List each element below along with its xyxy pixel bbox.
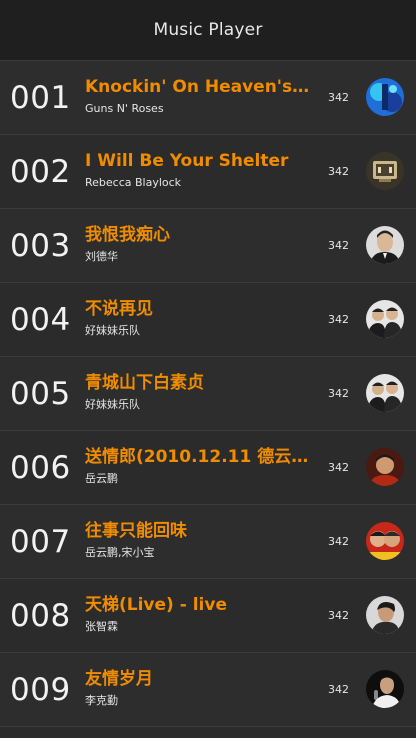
song-title: 天梯(Live) - live bbox=[85, 595, 227, 615]
album-art-icon bbox=[366, 152, 404, 190]
song-info: Knockin' On Heaven's Door Guns N' Roses bbox=[85, 75, 310, 116]
artist-duo-icon bbox=[366, 300, 404, 338]
song-title: 送情郎(2010.12.11 德云社) bbox=[85, 447, 310, 467]
music-player-app: Music Player 001 Knockin' On Heaven's Do… bbox=[0, 0, 416, 738]
play-count: 342 bbox=[328, 165, 349, 178]
song-title: 青城山下白素贞 bbox=[85, 373, 204, 393]
track-number: 004 bbox=[10, 302, 71, 338]
track-number: 003 bbox=[10, 228, 71, 264]
song-row[interactable]: 004 不说再见 好妹妹乐队 342 bbox=[0, 283, 416, 357]
song-info: I Will Be Your Shelter Rebecca Blaylock bbox=[85, 149, 310, 190]
track-number: 007 bbox=[10, 524, 71, 560]
track-number: 002 bbox=[10, 154, 71, 190]
song-info: 天梯(Live) - live 张智霖 bbox=[85, 593, 310, 634]
song-info: 我恨我痴心 刘德华 bbox=[85, 223, 310, 264]
play-count: 342 bbox=[328, 461, 349, 474]
app-header: Music Player bbox=[0, 0, 416, 61]
song-row[interactable]: 005 青城山下白素贞 好妹妹乐队 342 bbox=[0, 357, 416, 431]
play-count: 342 bbox=[328, 313, 349, 326]
page-title: Music Player bbox=[153, 20, 263, 40]
album-art-icon bbox=[366, 78, 404, 116]
song-row[interactable]: 008 天梯(Live) - live 张智霖 342 bbox=[0, 579, 416, 653]
track-number: 006 bbox=[10, 450, 71, 486]
song-info: 送情郎(2010.12.11 德云社) 岳云鹏 bbox=[85, 445, 310, 486]
artist-mic-icon bbox=[366, 670, 404, 708]
play-count: 342 bbox=[328, 239, 349, 252]
song-artist: 李克勤 bbox=[85, 694, 118, 707]
play-count: 342 bbox=[328, 683, 349, 696]
song-list: 001 Knockin' On Heaven's Door Guns N' Ro… bbox=[0, 61, 416, 727]
play-count: 342 bbox=[328, 387, 349, 400]
song-row[interactable]: 003 我恨我痴心 刘德华 342 bbox=[0, 209, 416, 283]
song-info: 往事只能回味 岳云鹏,宋小宝 bbox=[85, 519, 310, 560]
song-artist: 好妹妹乐队 bbox=[85, 324, 140, 337]
play-count: 342 bbox=[328, 91, 349, 104]
song-title: Knockin' On Heaven's Door bbox=[85, 77, 310, 97]
song-artist: Guns N' Roses bbox=[85, 102, 164, 115]
song-row[interactable]: 007 往事只能回味 岳云鹏,宋小宝 342 bbox=[0, 505, 416, 579]
song-artist: Rebecca Blaylock bbox=[85, 176, 182, 189]
track-number: 009 bbox=[10, 672, 71, 708]
song-artist: 刘德华 bbox=[85, 250, 118, 263]
song-info: 青城山下白素贞 好妹妹乐队 bbox=[85, 371, 310, 412]
song-title: 我恨我痴心 bbox=[85, 225, 170, 245]
artist-pair-icon bbox=[366, 522, 404, 560]
song-artist: 好妹妹乐队 bbox=[85, 398, 140, 411]
artist-duo-icon bbox=[366, 374, 404, 412]
song-row[interactable]: 002 I Will Be Your Shelter Rebecca Blayl… bbox=[0, 135, 416, 209]
song-row[interactable]: 001 Knockin' On Heaven's Door Guns N' Ro… bbox=[0, 61, 416, 135]
artist-red-icon bbox=[366, 448, 404, 486]
song-title: 友情岁月 bbox=[85, 669, 153, 689]
track-number: 005 bbox=[10, 376, 71, 412]
song-info: 友情岁月 李克勤 bbox=[85, 667, 310, 708]
song-title: 往事只能回味 bbox=[85, 521, 187, 541]
song-info: 不说再见 好妹妹乐队 bbox=[85, 297, 310, 338]
play-count: 342 bbox=[328, 609, 349, 622]
song-row[interactable]: 009 友情岁月 李克勤 342 bbox=[0, 653, 416, 727]
song-row[interactable]: 006 送情郎(2010.12.11 德云社) 岳云鹏 342 bbox=[0, 431, 416, 505]
track-number: 001 bbox=[10, 80, 71, 116]
play-count: 342 bbox=[328, 535, 349, 548]
song-artist: 张智霖 bbox=[85, 620, 118, 633]
song-title: I Will Be Your Shelter bbox=[85, 151, 289, 171]
artist-dark-icon bbox=[366, 596, 404, 634]
song-artist: 岳云鹏 bbox=[85, 472, 118, 485]
artist-portrait-icon bbox=[366, 226, 404, 264]
track-number: 008 bbox=[10, 598, 71, 634]
song-title: 不说再见 bbox=[85, 299, 153, 319]
song-artist: 岳云鹏,宋小宝 bbox=[85, 546, 155, 559]
